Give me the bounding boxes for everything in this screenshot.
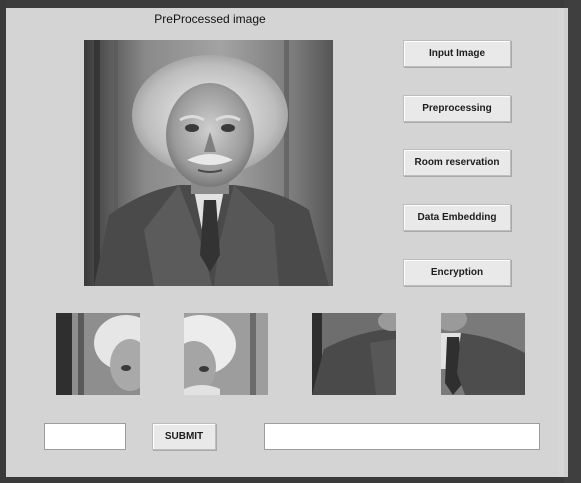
room-reservation-button[interactable]: Room reservation <box>403 149 511 176</box>
image-block-3 <box>312 313 396 395</box>
window-frame-top <box>0 0 581 8</box>
preprocessed-image <box>84 40 333 286</box>
right-text-field[interactable] <box>264 423 540 450</box>
input-image-button[interactable]: Input Image <box>403 40 511 67</box>
image-block-2 <box>184 313 268 395</box>
data-embedding-button[interactable]: Data Embedding <box>403 204 511 231</box>
preprocessed-image-title: PreProcessed image <box>154 12 266 26</box>
encryption-button[interactable]: Encryption <box>403 259 511 286</box>
side-strip <box>564 8 568 477</box>
left-text-field[interactable] <box>44 423 126 450</box>
preprocessing-button[interactable]: Preprocessing <box>403 95 511 122</box>
window-frame-bottom <box>0 477 581 483</box>
app-window: PreProcessed image Input Image Preproces… <box>0 0 581 483</box>
image-block-1 <box>56 313 140 395</box>
image-block-4 <box>441 313 525 395</box>
submit-button[interactable]: SUBMIT <box>152 423 216 450</box>
